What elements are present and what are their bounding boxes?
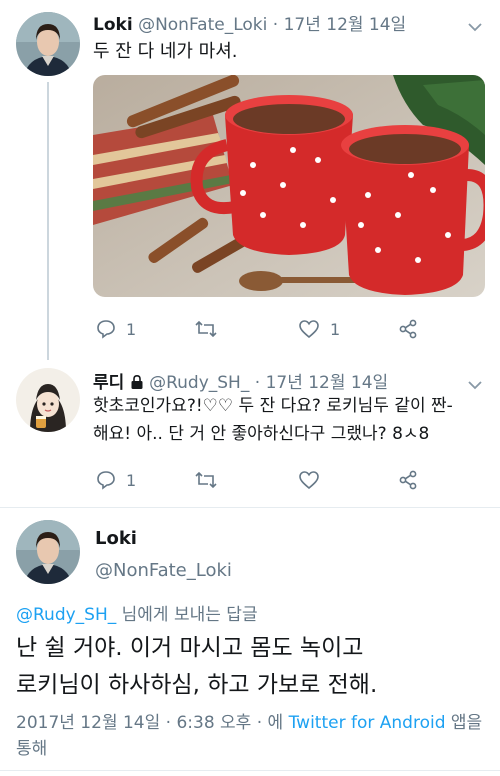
share-icon — [398, 319, 418, 339]
share-icon — [398, 470, 418, 490]
tweet-photo[interactable] — [93, 75, 485, 297]
like-action[interactable] — [298, 470, 330, 490]
reply-action[interactable]: 1 — [96, 470, 136, 490]
source-app-link[interactable]: Twitter for Android — [289, 713, 446, 733]
author-handle[interactable]: @NonFate_Loki — [138, 15, 267, 35]
retweet-icon — [194, 470, 218, 490]
mention-link[interactable]: @Rudy_SH_ — [16, 605, 116, 625]
meta-suffix: 앱을 — [445, 713, 483, 733]
like-action[interactable]: 1 — [298, 319, 340, 339]
divider — [0, 770, 500, 771]
chevron-down-icon[interactable] — [468, 17, 482, 36]
meta-line-2: 통해 — [16, 739, 48, 759]
avatar-rudy[interactable] — [16, 368, 80, 432]
reply-to-label: 님에게 보내는 답글 — [116, 605, 258, 625]
tweet-text-line: 로키님이 하사하심, 하고 가보로 전해. — [16, 672, 378, 698]
retweet-icon — [194, 319, 218, 339]
share-action[interactable] — [398, 470, 418, 490]
thread-line — [47, 82, 49, 360]
retweet-action[interactable] — [194, 319, 228, 339]
author-name[interactable]: Loki — [95, 528, 137, 549]
heart-icon — [298, 319, 320, 339]
reply-count: 1 — [126, 470, 137, 490]
author-handle[interactable]: @NonFate_Loki — [95, 560, 232, 581]
tweet-header: Loki @NonFate_Loki · 17년 12월 14일 — [93, 10, 406, 35]
share-action[interactable] — [398, 319, 418, 339]
like-count: 1 — [330, 319, 341, 339]
tweet-timestamp[interactable]: 2017년 12월 14일 · 6:38 오후 · 에 — [16, 713, 289, 733]
tweet-text: 핫초코인가요?!♡♡ 두 잔 다요? 로키님두 같이 짠- 해요! 아.. 단 … — [93, 392, 493, 448]
author-name[interactable]: Loki — [93, 15, 133, 35]
tweet-text: 난 쉴 거야. 이거 마시고 몸도 녹이고 로키님이 하사하심, 하고 가보로 … — [16, 630, 486, 704]
retweet-action[interactable] — [194, 470, 228, 490]
tweet-text: 두 잔 다 네가 마셔. — [93, 41, 238, 62]
reply-icon — [96, 319, 116, 339]
separator-dot: · — [272, 15, 279, 35]
separator-dot: · — [254, 373, 261, 393]
reply-count: 1 — [126, 319, 137, 339]
author-handle[interactable]: @Rudy_SH_ — [149, 373, 249, 393]
divider — [0, 507, 500, 508]
tweet-meta: 2017년 12월 14일 · 6:38 오후 · 에 Twitter for … — [16, 710, 490, 762]
heart-icon — [298, 470, 320, 490]
tweet-date[interactable]: 17년 12월 14일 — [266, 373, 389, 393]
tweet-date[interactable]: 17년 12월 14일 — [284, 15, 407, 35]
tweet-header: 루디 @Rudy_SH_ · 17년 12월 14일 — [93, 368, 388, 395]
tweet-text-line: 해요! 아.. 단 거 안 좋아하신다구 그랬나? 8ㅅ8 — [93, 424, 430, 444]
replying-to: @Rudy_SH_ 님에게 보내는 답글 — [16, 600, 258, 625]
tweet-text-line: 핫초코인가요?!♡♡ 두 잔 다요? 로키님두 같이 짠- — [93, 396, 453, 416]
reply-action[interactable]: 1 — [96, 319, 136, 339]
avatar-loki[interactable] — [16, 520, 80, 584]
tweet-text-line: 난 쉴 거야. 이거 마시고 몸도 녹이고 — [16, 635, 364, 661]
author-name[interactable]: 루디 — [93, 373, 124, 393]
avatar-loki[interactable] — [16, 12, 80, 76]
reply-icon — [96, 470, 116, 490]
